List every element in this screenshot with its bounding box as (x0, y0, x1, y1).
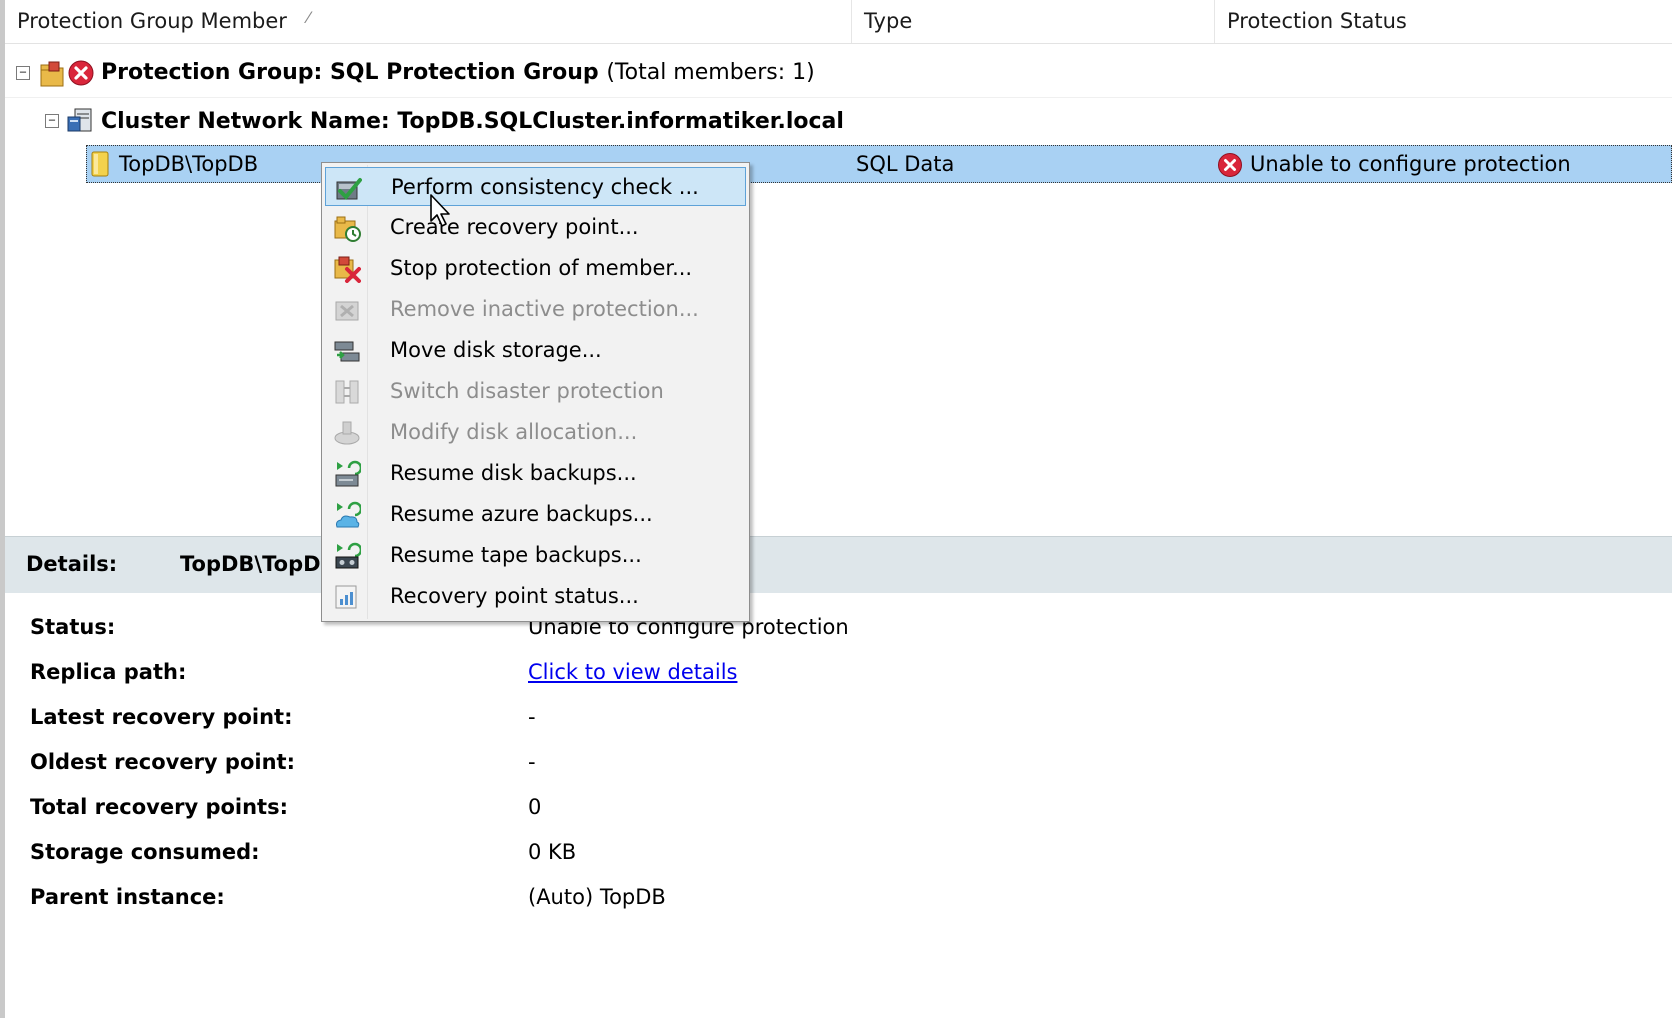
detail-value-latest-recovery: - (528, 705, 536, 729)
member-name: TopDB\TopDB (119, 152, 259, 176)
left-pane-edge (0, 0, 5, 1018)
detail-label-parent-instance: Parent instance: (30, 885, 225, 909)
resume-tape-icon (335, 542, 361, 569)
collapse-toggle-icon[interactable]: − (45, 114, 59, 128)
menu-item-move-disk-storage[interactable]: Move disk storage... (325, 331, 746, 370)
tree-row-cluster[interactable]: − Cluster Network Name: TopDB.SQLCluster… (5, 101, 1672, 145)
header-member[interactable]: Protection Group Member (5, 0, 853, 43)
header-type[interactable]: Type (852, 0, 1214, 43)
details-label: Details: (26, 552, 118, 576)
member-status: Unable to configure protection (1250, 152, 1571, 176)
context-menu: Perform consistency check ... Create rec… (321, 162, 750, 622)
stop-protection-icon (334, 256, 361, 283)
column-header: Protection Group Member ⁄ Type Protectio… (5, 0, 1672, 44)
database-icon (91, 151, 109, 177)
detail-value-storage: 0 KB (528, 840, 577, 864)
error-status-icon (1218, 153, 1242, 177)
menu-item-remove-inactive-protection: Remove inactive protection... (325, 290, 746, 329)
move-disk-storage-icon (334, 341, 360, 362)
cluster-title: Cluster Network Name: TopDB.SQLCluster.i… (101, 109, 844, 134)
modify-disk-icon (334, 421, 360, 445)
menu-item-perform-consistency-check[interactable]: Perform consistency check ... (325, 167, 746, 206)
collapse-toggle-icon[interactable]: − (16, 66, 30, 80)
cluster-server-icon (67, 108, 92, 132)
resume-azure-icon (336, 501, 361, 528)
sort-indicator-icon: ⁄ (307, 8, 310, 27)
detail-label-oldest-recovery: Oldest recovery point: (30, 750, 295, 774)
consistency-check-icon (336, 178, 362, 200)
menu-item-switch-disaster-protection: Switch disaster protection (325, 372, 746, 411)
menu-item-resume-disk-backups[interactable]: Resume disk backups... (325, 454, 746, 493)
resume-disk-icon (335, 460, 361, 487)
detail-value-total-recovery: 0 (528, 795, 542, 819)
error-status-icon (68, 60, 94, 86)
detail-label-replica-path: Replica path: (30, 660, 187, 684)
remove-inactive-icon (335, 301, 359, 321)
menu-item-resume-azure-backups[interactable]: Resume azure backups... (325, 495, 746, 534)
protection-group-folder-icon (40, 61, 64, 87)
tree-row-protection-group[interactable]: − Protection Group: SQL Protection Group… (5, 53, 1672, 98)
recovery-status-icon (335, 585, 357, 609)
protection-group-title: Protection Group: SQL Protection Group (… (101, 60, 815, 85)
switch-disaster-icon (335, 380, 359, 404)
mouse-pointer-icon (430, 194, 450, 227)
detail-value-oldest-recovery: - (528, 750, 536, 774)
replica-path-link[interactable]: Click to view details (528, 660, 737, 684)
detail-value-parent-instance: (Auto) TopDB (528, 885, 666, 909)
header-status[interactable]: Protection Status (1215, 0, 1672, 43)
menu-item-recovery-point-status[interactable]: Recovery point status... (325, 577, 746, 616)
menu-item-resume-tape-backups[interactable]: Resume tape backups... (325, 536, 746, 575)
detail-label-storage: Storage consumed: (30, 840, 260, 864)
menu-item-modify-disk-allocation: Modify disk allocation... (325, 413, 746, 452)
detail-label-latest-recovery: Latest recovery point: (30, 705, 293, 729)
create-recovery-point-icon (334, 216, 361, 242)
detail-label-status: Status: (30, 615, 116, 639)
detail-label-total-recovery: Total recovery points: (30, 795, 288, 819)
member-type: SQL Data (856, 152, 955, 176)
details-name: TopDB\TopDB (180, 552, 337, 576)
menu-item-create-recovery-point[interactable]: Create recovery point... (325, 208, 746, 247)
menu-item-stop-protection[interactable]: Stop protection of member... (325, 249, 746, 288)
